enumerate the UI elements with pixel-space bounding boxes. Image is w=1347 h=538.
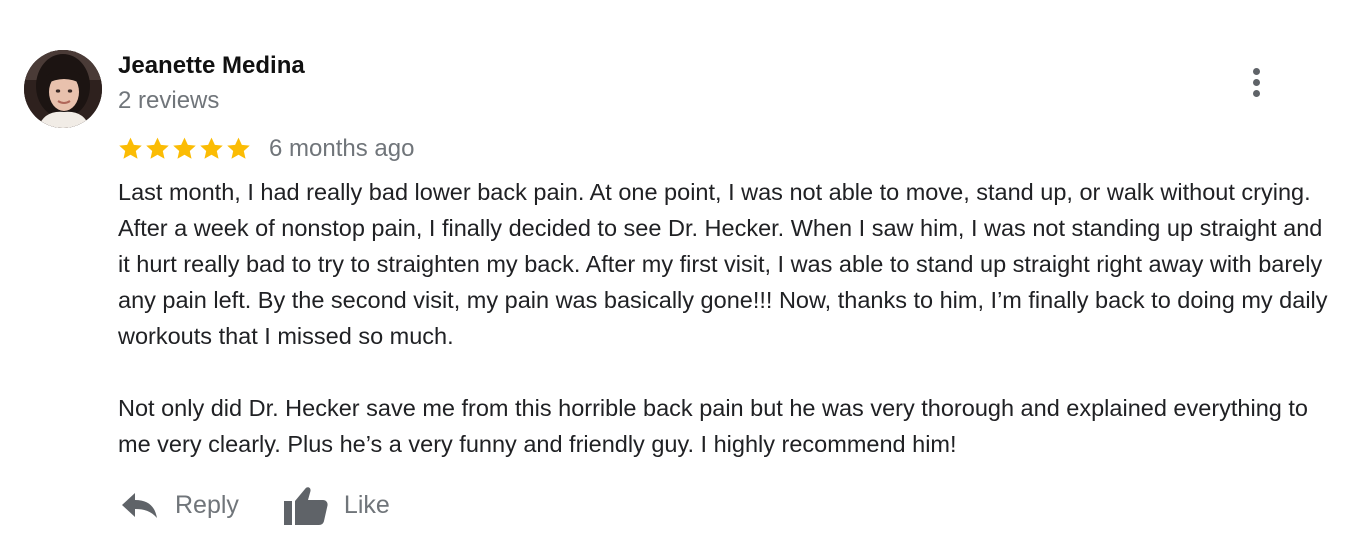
avatar-photo — [24, 50, 102, 128]
review-actions: Reply Like — [120, 480, 390, 530]
review-count: 2 reviews — [118, 87, 220, 114]
star-icon — [119, 137, 142, 159]
reply-label: Reply — [175, 490, 239, 519]
author-name[interactable]: Jeanette Medina — [118, 52, 305, 80]
like-button[interactable]: Like — [283, 484, 390, 526]
star-rating — [117, 136, 252, 162]
reply-arrow-icon — [122, 493, 157, 518]
star-icon — [227, 137, 250, 159]
reply-button[interactable]: Reply — [120, 490, 239, 520]
star-icon — [173, 137, 196, 159]
like-label: Like — [343, 490, 390, 519]
rating-row: 6 months ago — [117, 134, 414, 164]
review-paragraph: Not only did Dr. Hecker save me from thi… — [118, 395, 1308, 457]
star-icon — [146, 137, 169, 159]
star-icon — [200, 137, 223, 159]
review-time: 6 months ago — [269, 135, 415, 162]
avatar[interactable] — [24, 50, 102, 128]
more-options-button[interactable] — [1243, 64, 1271, 100]
thumbs-up-icon — [283, 487, 328, 525]
review-card: Jeanette Medina 2 reviews 6 months ago L… — [0, 0, 1347, 538]
review-text: Last month, I had really bad lower back … — [118, 174, 1333, 462]
review-paragraph: Last month, I had really bad lower back … — [118, 179, 1328, 349]
